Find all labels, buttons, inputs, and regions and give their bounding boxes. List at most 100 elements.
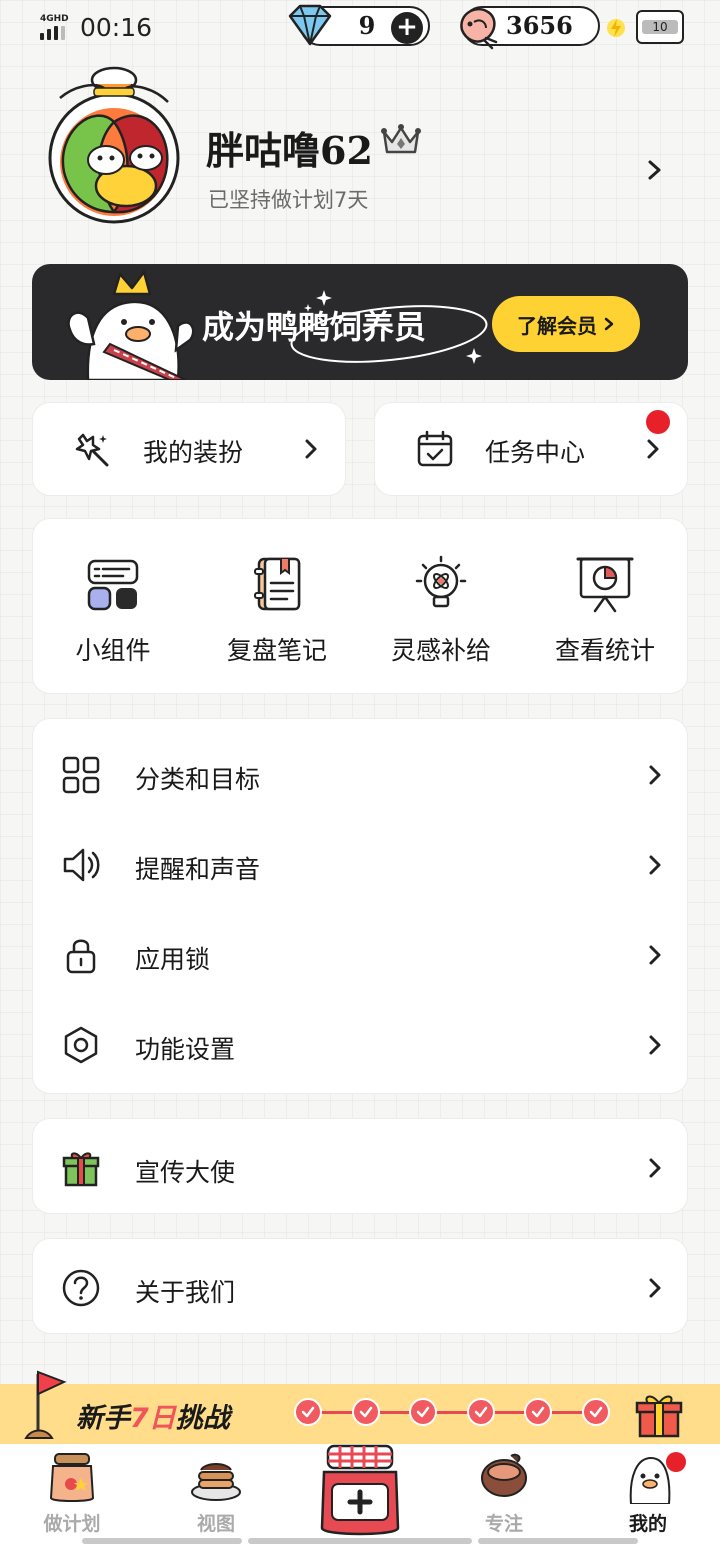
shrimp-count: 3656: [506, 11, 573, 40]
crown-icon: [381, 124, 421, 154]
challenge-title-suffix: 挑战: [175, 1403, 230, 1434]
task-center-label: 任务中心: [485, 438, 586, 467]
gift-box-icon: [62, 1152, 100, 1187]
clock: 00:16: [80, 13, 153, 42]
promo-ambassador-card[interactable]: 宣传大使: [32, 1118, 688, 1214]
about-label: 关于我们: [135, 1278, 236, 1307]
challenge-gift-icon[interactable]: [634, 1390, 684, 1438]
tool-review-notes[interactable]: 复盘笔记: [197, 519, 357, 695]
settings-row-functions[interactable]: 功能设置: [33, 999, 689, 1089]
notebook-icon: [254, 557, 301, 611]
tool-statistics[interactable]: 查看统计: [525, 519, 685, 695]
calendar-check-icon: [417, 430, 453, 467]
my-dress-up-label: 我的装扮: [143, 438, 244, 467]
promo-label: 宣传大使: [135, 1158, 236, 1187]
check-icon: [531, 1406, 545, 1418]
settings-row-reminders[interactable]: 提醒和声音: [33, 819, 689, 909]
tool-label: 小组件: [75, 636, 151, 665]
challenge-day-check: [409, 1398, 437, 1426]
about-us-card[interactable]: 关于我们: [32, 1238, 688, 1334]
promo-ambassador-row[interactable]: 宣传大使: [33, 1122, 689, 1212]
charging-bolt-icon: [607, 19, 625, 37]
pancake-tab-icon: [191, 1463, 241, 1501]
tab-label: 做计划: [43, 1513, 101, 1535]
task-center-card[interactable]: 任务中心: [374, 402, 688, 496]
network-type: 4GHD: [40, 14, 69, 24]
stats-board-icon: [576, 557, 634, 613]
widget-icon: [87, 559, 139, 611]
home-indicator-segment: [478, 1538, 638, 1544]
tab-plan[interactable]: 做计划: [22, 1444, 122, 1544]
tab-view[interactable]: 视图: [166, 1444, 266, 1544]
check-icon: [589, 1406, 602, 1418]
check-icon: [301, 1406, 315, 1418]
me-tab-notification-dot: [666, 1452, 686, 1472]
tool-inspiration[interactable]: 灵感补给: [361, 519, 521, 695]
avatar[interactable]: [34, 62, 194, 226]
crowned-duck-icon: [67, 270, 195, 380]
home-indicator-segment: [248, 1538, 472, 1544]
tool-label: 查看统计: [554, 636, 655, 665]
challenge-title-days: 7日: [130, 1403, 176, 1434]
my-dress-up-card[interactable]: 我的装扮: [32, 402, 346, 496]
grid-icon: [62, 756, 100, 794]
flag-icon: [24, 1370, 67, 1439]
chevron-right-icon: [305, 439, 317, 459]
chevron-right-icon: [649, 1158, 661, 1178]
lock-icon: [66, 939, 96, 974]
chevron-right-icon: [649, 945, 661, 965]
tab-focus[interactable]: 专注: [454, 1444, 554, 1544]
question-icon: [62, 1269, 100, 1307]
diamond-icon: [288, 4, 332, 46]
challenge-day-check: [581, 1398, 610, 1426]
username: 胖咕噜62: [206, 128, 373, 173]
shrimp-icon: [460, 7, 498, 50]
chevron-right-icon: [647, 439, 659, 459]
vip-banner[interactable]: 成为鸭鸭饲养员 了解会员: [32, 264, 688, 380]
streak-text: 已坚持做计划7天: [208, 188, 369, 212]
challenge-day-check: [351, 1398, 380, 1426]
add-gems-button[interactable]: +: [391, 12, 423, 44]
tools-card: 小组件 复盘笔记 灵感补给 查看统计: [32, 518, 688, 694]
cellular-signal-icon: 4GHD: [40, 14, 72, 40]
learn-membership-label: 了解会员: [517, 313, 597, 338]
lightbulb-icon: [415, 555, 467, 608]
challenge-title-prefix: 新手: [76, 1403, 130, 1434]
profile-chevron-icon[interactable]: [640, 154, 668, 186]
learn-membership-button[interactable]: 了解会员: [492, 296, 640, 352]
chevron-right-icon: [649, 1035, 661, 1055]
hexagon-settings-icon: [64, 1026, 98, 1064]
chevron-right-icon: [649, 1278, 661, 1298]
battery-indicator: 10: [636, 10, 684, 44]
jar-tab-icon: [49, 1453, 95, 1502]
challenge-day-check: [466, 1398, 495, 1426]
chevron-right-icon: [649, 765, 661, 785]
status-bar: 4GHD 00:16 9 + 3656 10: [0, 0, 720, 56]
home-indicator-segment: [82, 1538, 242, 1544]
settings-row-app-lock[interactable]: 应用锁: [33, 909, 689, 999]
settings-card: 分类和目标 提醒和声音 应用锁 功能设置: [32, 718, 688, 1094]
chevron-right-icon: [649, 855, 661, 875]
challenge-day-check: [524, 1398, 552, 1426]
tab-label: 视图: [196, 1513, 235, 1535]
magic-wand-icon: [75, 433, 109, 467]
tab-label: 专注: [484, 1513, 523, 1535]
gem-count: 9: [358, 11, 376, 40]
chevron-right-icon: [604, 317, 614, 331]
tool-label: 复盘笔记: [226, 636, 327, 665]
about-us-row[interactable]: 关于我们: [33, 1242, 689, 1332]
challenge-day-check: [294, 1398, 322, 1426]
settings-row-label: 分类和目标: [135, 765, 261, 794]
tool-widget[interactable]: 小组件: [33, 519, 193, 695]
settings-row-categories[interactable]: 分类和目标: [33, 729, 689, 819]
add-plan-jar-button[interactable]: [318, 1444, 402, 1538]
bowl-tab-icon: [481, 1453, 527, 1497]
check-icon: [474, 1406, 487, 1418]
challenge-title: 新手7日挑战: [76, 1396, 230, 1435]
tab-label: 我的: [628, 1513, 667, 1535]
settings-row-label: 功能设置: [135, 1035, 236, 1064]
check-icon: [359, 1406, 372, 1418]
check-icon: [416, 1406, 430, 1418]
battery-level: 10: [642, 20, 678, 34]
settings-row-label: 提醒和声音: [135, 855, 261, 884]
